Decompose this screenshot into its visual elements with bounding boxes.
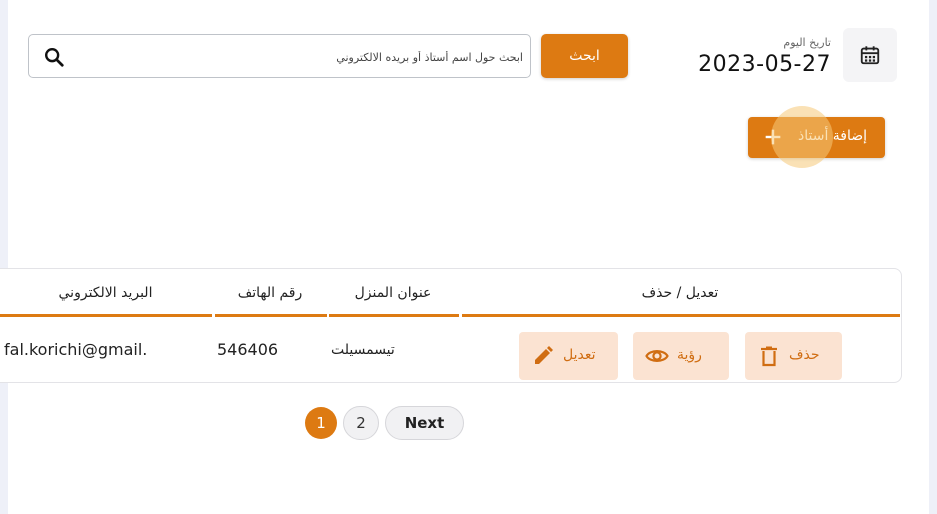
search-icon[interactable] <box>43 46 65 68</box>
view-button[interactable]: رؤية <box>633 332 729 380</box>
next-page-button[interactable]: Next <box>385 406 464 440</box>
cell-email: fal.korichi@gmail. <box>4 340 148 359</box>
search-input[interactable] <box>91 35 525 79</box>
page-button-1[interactable]: 1 <box>305 407 337 439</box>
column-underline <box>329 314 459 317</box>
column-header-actions: تعديل / حذف <box>641 285 719 301</box>
right-edge-panel <box>929 0 937 514</box>
column-underline <box>215 314 327 317</box>
add-teacher-button[interactable]: إضافة أستاذ <box>748 117 885 158</box>
search-button[interactable]: ابحث <box>541 34 628 78</box>
plus-icon <box>765 129 781 145</box>
delete-button[interactable]: حذف <box>745 332 842 380</box>
edit-label: تعديل <box>563 347 596 363</box>
cell-address: تيسمسيلت <box>331 342 395 358</box>
calendar-icon <box>860 46 880 65</box>
date-label: تاريخ اليوم <box>783 36 831 49</box>
page-button-2[interactable]: 2 <box>343 406 379 440</box>
view-label: رؤية <box>677 347 702 363</box>
edit-button[interactable]: تعديل <box>519 332 618 380</box>
column-underline <box>462 314 900 317</box>
search-field[interactable] <box>28 34 531 79</box>
add-teacher-label: إضافة أستاذ <box>798 128 868 144</box>
calendar-button[interactable] <box>843 28 897 82</box>
cell-phone: 546406 <box>217 340 279 359</box>
column-underline <box>0 314 212 317</box>
left-edge-panel <box>0 0 8 514</box>
eye-icon <box>645 350 669 362</box>
date-value: 2023-05-27 <box>698 52 831 77</box>
column-header-email: البريد الالكتروني <box>58 285 153 301</box>
column-header-address: عنوان المنزل <box>354 285 432 301</box>
column-header-phone: رقم الهاتف <box>237 285 303 301</box>
trash-icon <box>761 346 777 367</box>
delete-label: حذف <box>789 347 820 363</box>
pencil-icon <box>535 346 553 364</box>
